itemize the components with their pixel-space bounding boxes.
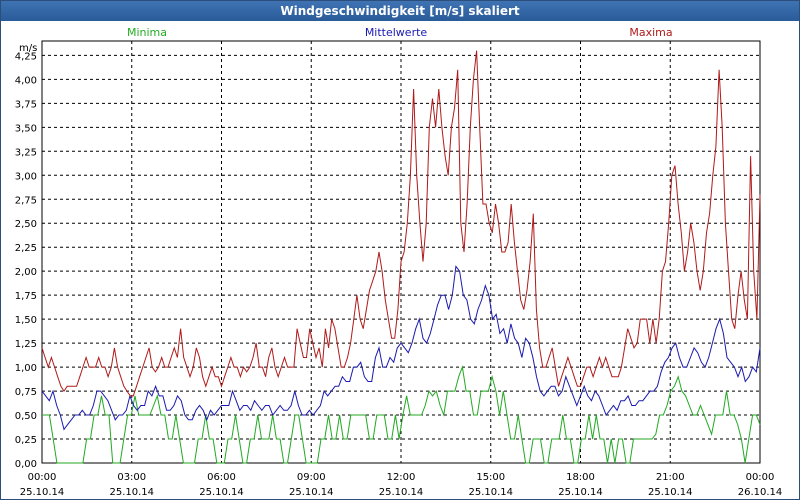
x-tick-date: 25.10.14 [379, 487, 424, 498]
x-tick-date: 25.10.14 [20, 487, 65, 498]
y-tick-label: 2,75 [15, 195, 37, 206]
x-tick-date: 25.10.14 [558, 487, 603, 498]
x-tick-time: 12:00 [387, 472, 416, 483]
x-tick-time: 06:00 [207, 472, 236, 483]
y-tick-label: 3,50 [15, 123, 37, 134]
y-axis-label: m/s [19, 43, 37, 54]
y-tick-label: 1,25 [15, 339, 37, 350]
y-tick-label: 2,00 [15, 267, 37, 278]
x-tick-time: 00:00 [746, 472, 775, 483]
y-tick-label: 3,00 [15, 171, 37, 182]
x-tick-date: 26.10.14 [738, 487, 783, 498]
x-tick-time: 15:00 [476, 472, 505, 483]
window-title: Windgeschwindigkeit [m/s] skaliert [1, 1, 799, 21]
x-tick-time: 21:00 [656, 472, 685, 483]
x-tick-date: 25.10.14 [468, 487, 513, 498]
legend-maxima: Maxima [629, 26, 672, 39]
y-tick-label: 0,00 [15, 459, 37, 470]
x-tick-time: 03:00 [117, 472, 146, 483]
y-tick-label: 1,00 [15, 363, 37, 374]
y-tick-label: 3,75 [15, 99, 37, 110]
y-tick-label: 2,50 [15, 219, 37, 230]
y-tick-label: 3,25 [15, 147, 37, 158]
y-tick-label: 1,50 [15, 315, 37, 326]
y-tick-label: 1,75 [15, 291, 37, 302]
x-tick-date: 25.10.14 [289, 487, 334, 498]
x-tick-time: 18:00 [566, 472, 595, 483]
x-tick-date: 25.10.14 [199, 487, 244, 498]
legend-minima: Minima [127, 26, 167, 39]
y-tick-label: 0,50 [15, 411, 37, 422]
x-tick-date: 25.10.14 [109, 487, 154, 498]
x-tick-date: 25.10.14 [648, 487, 693, 498]
y-tick-label: 0,75 [15, 387, 37, 398]
chart-window: Windgeschwindigkeit [m/s] skaliert 0,00 0… [0, 0, 800, 500]
legend-mittelwerte: Mittelwerte [365, 26, 428, 39]
chart-area: 0,00 0,25 0,50 0,75 1,00 1,25 1,50 1,75 2,00 2,25… [15, 26, 783, 498]
y-tick-label: 4,00 [15, 75, 37, 86]
x-tick-time: 00:00 [28, 472, 57, 483]
x-tick-time: 09:00 [297, 472, 326, 483]
y-tick-label: 2,25 [15, 243, 37, 254]
y-tick-label: 0,25 [15, 435, 37, 446]
